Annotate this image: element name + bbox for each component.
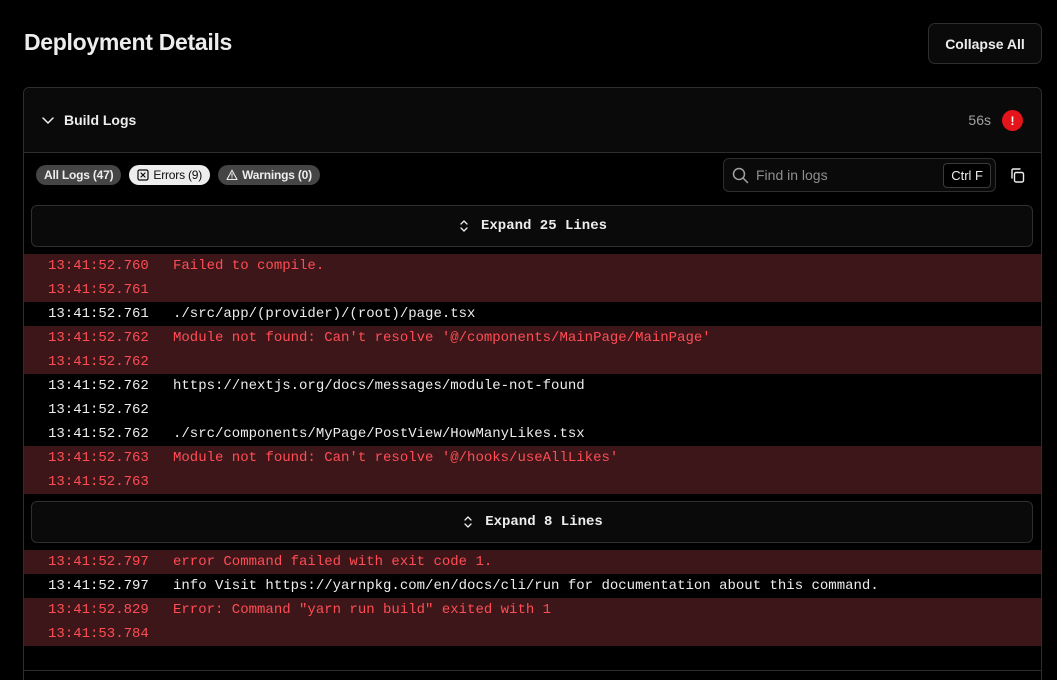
log-message: https://nextjs.org/docs/messages/module-…: [173, 378, 585, 394]
log-timestamp: 13:41:52.797: [48, 554, 149, 570]
log-filters: All Logs (47) Errors (9) Warnings (0): [36, 165, 320, 185]
error-box-icon: [137, 169, 150, 181]
divider: [24, 670, 1041, 671]
chevron-down-icon[interactable]: [40, 112, 56, 128]
log-timestamp: 13:41:52.761: [48, 282, 149, 298]
chevron-up-down-icon: [460, 220, 468, 232]
filter-warnings[interactable]: Warnings (0): [218, 165, 320, 185]
search-icon: [732, 167, 749, 184]
page-title: Deployment Details: [24, 29, 233, 55]
chevron-up-down-icon: [464, 516, 472, 528]
log-row: 13:41:52.763 Module not found: Can't reso…: [24, 446, 1041, 470]
log-search: Ctrl F: [723, 158, 996, 192]
expand-lines-label: Expand 8 Lines: [485, 514, 603, 530]
log-message: ./src/components/MyPage/PostView/HowMany…: [173, 426, 585, 442]
log-timestamp: 13:41:52.762: [48, 378, 149, 394]
log-row: 13:41:52.760 Failed to compile.: [24, 254, 1041, 278]
log-message: ./src/app/(provider)/(root)/page.tsx: [173, 306, 476, 322]
log-timestamp: 13:41:52.763: [48, 474, 149, 490]
copy-icon[interactable]: [1009, 167, 1026, 184]
build-logs-panel: Build Logs 56s ! All Logs (47) Errors (9…: [23, 87, 1042, 680]
build-logs-header[interactable]: Build Logs 56s !: [24, 88, 1041, 153]
log-row: 13:41:52.797 info Visit https://yarnpkg.c…: [24, 574, 1041, 598]
log-row: 13:41:52.763: [24, 470, 1041, 494]
log-row: 13:41:52.762: [24, 398, 1041, 422]
log-timestamp: 13:41:53.784: [48, 626, 149, 642]
log-timestamp: 13:41:52.829: [48, 602, 149, 618]
log-row: 13:41:52.761: [24, 278, 1041, 302]
collapse-all-button[interactable]: Collapse All: [928, 23, 1042, 64]
log-timestamp: 13:41:52.760: [48, 258, 149, 274]
log-timestamp: 13:41:52.763: [48, 450, 149, 466]
filter-errors-label: Errors (9): [153, 168, 203, 182]
log-message: error Command failed with exit code 1.: [173, 554, 493, 570]
filter-all-logs[interactable]: All Logs (47): [36, 165, 122, 185]
log-message: Error: Command "yarn run build" exited w…: [173, 602, 552, 618]
error-status-icon: !: [1002, 110, 1023, 131]
log-row: 13:41:52.829 Error: Command "yarn run bui…: [24, 598, 1041, 622]
log-message: Failed to compile.: [173, 258, 325, 274]
log-row: 13:41:52.762 ./src/components/MyPage/Post…: [24, 422, 1041, 446]
log-row: 13:41:52.797 error Command failed with ex…: [24, 550, 1041, 574]
log-timestamp: 13:41:52.797: [48, 578, 149, 594]
search-shortcut: Ctrl F: [943, 163, 991, 188]
search-input[interactable]: [756, 160, 936, 190]
warning-triangle-icon: [226, 169, 238, 181]
log-timestamp: 13:41:52.762: [48, 426, 149, 442]
log-timestamp: 13:41:52.762: [48, 354, 149, 370]
log-timestamp: 13:41:52.762: [48, 330, 149, 346]
log-row: 13:41:52.762 Module not found: Can't reso…: [24, 326, 1041, 350]
log-message: Module not found: Can't resolve '@/hooks…: [173, 450, 619, 466]
expand-lines-button[interactable]: Expand 25 Lines: [31, 205, 1033, 247]
filter-errors[interactable]: Errors (9): [129, 165, 211, 185]
log-row: 13:41:52.762 https://nextjs.org/docs/mess…: [24, 374, 1041, 398]
log-row: 13:41:52.761 ./src/app/(provider)/(root)/…: [24, 302, 1041, 326]
log-row: 13:41:53.784: [24, 622, 1041, 646]
log-row: 13:41:52.762: [24, 350, 1041, 374]
log-message: Module not found: Can't resolve '@/compo…: [173, 330, 711, 346]
build-duration: 56s: [968, 112, 991, 128]
expand-lines-label: Expand 25 Lines: [480, 218, 608, 234]
build-logs-title: Build Logs: [64, 112, 137, 128]
filter-warnings-label: Warnings (0): [242, 168, 312, 182]
log-timestamp: 13:41:52.761: [48, 306, 149, 322]
log-message: info Visit https://yarnpkg.com/en/docs/c…: [173, 578, 879, 594]
expand-lines-button[interactable]: Expand 8 Lines: [31, 501, 1033, 543]
log-timestamp: 13:41:52.762: [48, 402, 149, 418]
